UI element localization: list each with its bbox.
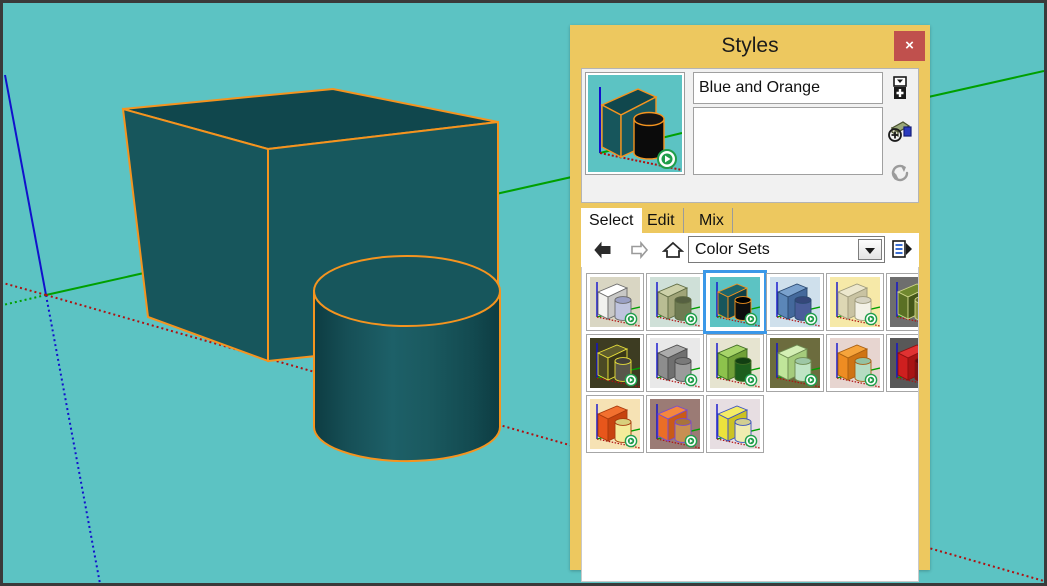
thumbnail-row <box>586 395 918 453</box>
thumbnail-scene <box>890 277 918 327</box>
close-icon[interactable]: × <box>894 31 925 61</box>
thumbnail-image <box>770 277 820 327</box>
home-icon[interactable] <box>659 236 687 264</box>
thumbnail-scene <box>650 277 700 327</box>
thumbnail-image <box>710 399 760 449</box>
thumbnail-image <box>650 338 700 388</box>
thumbnail-image <box>590 277 640 327</box>
styles-panel: Styles × Blue and Orange Select Edit Mix… <box>570 25 930 582</box>
collection-dropdown[interactable]: Color Sets <box>688 236 885 263</box>
style-thumbnail-2[interactable] <box>703 270 767 334</box>
thumbnail-scene <box>830 277 880 327</box>
panel-title: Styles <box>721 34 779 57</box>
style-badge-icon <box>657 149 677 169</box>
sketchup-window: Styles × Blue and Orange Select Edit Mix… <box>0 0 1047 586</box>
thumbnail-row <box>586 270 918 334</box>
thumbnail-image <box>830 277 880 327</box>
display-secondary-selection-icon[interactable] <box>885 72 915 106</box>
thumbnail-image <box>710 277 760 327</box>
thumbnail-scene <box>890 338 918 388</box>
back-arrow-icon[interactable] <box>589 236 617 264</box>
style-thumbnail-13[interactable] <box>646 395 704 453</box>
style-thumbnail-3[interactable] <box>766 273 824 331</box>
update-style-icon[interactable] <box>885 156 915 190</box>
style-thumbnail-11[interactable] <box>886 334 918 392</box>
thumbnail-image <box>650 399 700 449</box>
thumbnail-scene <box>830 338 880 388</box>
collection-dropdown-label: Color Sets <box>695 241 770 258</box>
thumbnail-scene <box>710 338 760 388</box>
style-thumbnail-5[interactable] <box>886 273 918 331</box>
tab-mix[interactable]: Mix <box>691 208 733 233</box>
thumbnail-row <box>586 334 918 392</box>
cylinder-top-face[interactable] <box>313 255 501 327</box>
style-thumbnail-9[interactable] <box>766 334 824 392</box>
cylinder-solid[interactable] <box>313 255 501 463</box>
forward-arrow-icon[interactable] <box>625 236 653 264</box>
thumbnail-image <box>710 338 760 388</box>
style-thumbnail-4[interactable] <box>826 273 884 331</box>
thumbnail-scene <box>590 399 640 449</box>
panel-titlebar[interactable]: Styles × <box>570 25 930 66</box>
preview-scene <box>588 75 682 172</box>
thumbnail-image <box>770 338 820 388</box>
tab-edit[interactable]: Edit <box>639 208 684 233</box>
style-thumbnail-14[interactable] <box>706 395 764 453</box>
style-thumbnail-7[interactable] <box>646 334 704 392</box>
thumbnail-scene <box>710 277 760 327</box>
thumbnail-image <box>890 338 918 388</box>
thumbnail-image <box>590 338 640 388</box>
thumbnail-image <box>650 277 700 327</box>
thumbnail-scene <box>710 399 760 449</box>
thumbnail-scene <box>650 399 700 449</box>
style-tool-buttons <box>884 72 916 200</box>
style-thumbnail-0[interactable] <box>586 273 644 331</box>
tab-select[interactable]: Select <box>581 208 643 233</box>
thumbnail-scene <box>650 338 700 388</box>
create-new-style-icon[interactable] <box>885 114 915 148</box>
thumbnail-scene <box>770 277 820 327</box>
style-thumbnail-8[interactable] <box>706 334 764 392</box>
thumbnail-image <box>830 338 880 388</box>
style-thumbnail-6[interactable] <box>586 334 644 392</box>
style-thumbnail-10[interactable] <box>826 334 884 392</box>
style-thumbnail-1[interactable] <box>646 273 704 331</box>
thumbnail-image <box>590 399 640 449</box>
style-preview-thumbnail[interactable] <box>585 72 685 175</box>
thumbnail-scene <box>770 338 820 388</box>
style-thumbnail-12[interactable] <box>586 395 644 453</box>
thumbnail-image <box>890 277 918 327</box>
thumbnail-scene <box>590 338 640 388</box>
style-header <box>581 68 919 203</box>
style-description-input[interactable] <box>693 107 883 175</box>
chevron-down-icon[interactable] <box>858 239 882 260</box>
thumbnail-scene <box>590 277 640 327</box>
collection-nav-row: Color Sets <box>581 233 919 267</box>
style-name-input[interactable] <box>693 72 883 104</box>
style-thumbnail-grid[interactable] <box>581 267 919 582</box>
details-flyout-icon[interactable] <box>889 238 915 262</box>
panel-tabs: Select Edit Mix <box>581 208 919 233</box>
